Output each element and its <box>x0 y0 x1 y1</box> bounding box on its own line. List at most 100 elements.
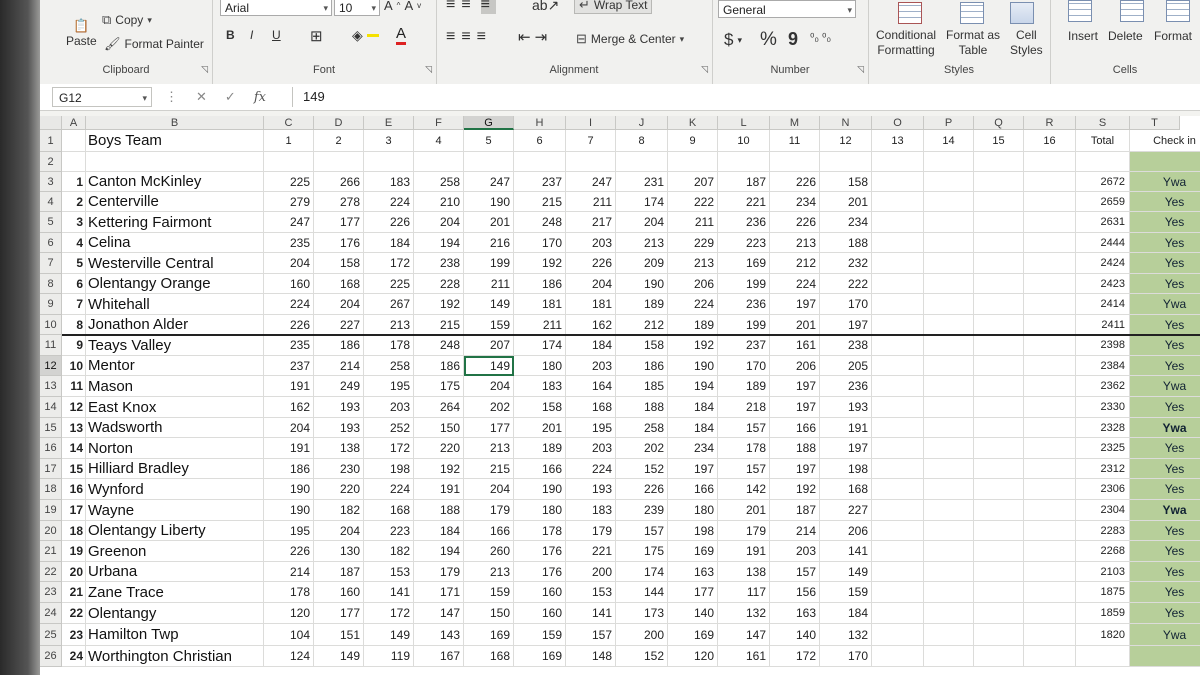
empty-cell[interactable] <box>872 438 924 459</box>
total-cell[interactable]: 2283 <box>1076 521 1130 541</box>
total-cell[interactable]: 2325 <box>1076 438 1130 459</box>
score-cell[interactable]: 248 <box>414 335 464 356</box>
score-cell[interactable]: 191 <box>264 438 314 459</box>
score-cell[interactable]: 149 <box>464 356 514 376</box>
score-cell[interactable]: 149 <box>314 646 364 667</box>
score-cell[interactable]: 170 <box>514 233 566 253</box>
empty-cell[interactable] <box>872 274 924 294</box>
game-number-header[interactable]: 4 <box>414 130 464 152</box>
score-cell[interactable]: 236 <box>820 376 872 397</box>
score-cell[interactable]: 209 <box>616 253 668 274</box>
score-cell[interactable]: 197 <box>820 315 872 335</box>
score-cell[interactable]: 221 <box>566 541 616 562</box>
rank-cell[interactable]: 14 <box>62 438 86 459</box>
formula-input[interactable]: 149 <box>292 87 1200 107</box>
score-cell[interactable]: 157 <box>718 418 770 438</box>
score-cell[interactable]: 164 <box>566 376 616 397</box>
score-cell[interactable]: 211 <box>566 192 616 212</box>
score-cell[interactable]: 170 <box>718 356 770 376</box>
row-header[interactable]: 22 <box>40 562 62 582</box>
row-header[interactable]: 16 <box>40 438 62 459</box>
team-name-cell[interactable]: Olentangy Orange <box>86 274 264 294</box>
empty-cell[interactable] <box>872 582 924 603</box>
score-cell[interactable]: 162 <box>566 315 616 335</box>
empty-cell[interactable] <box>924 603 974 624</box>
row-header[interactable]: 15 <box>40 418 62 438</box>
empty-cell[interactable] <box>924 582 974 603</box>
score-cell[interactable]: 186 <box>264 459 314 479</box>
empty-cell[interactable] <box>820 152 872 172</box>
empty-cell[interactable] <box>924 418 974 438</box>
empty-cell[interactable] <box>1024 438 1076 459</box>
total-header[interactable]: Total <box>1076 130 1130 152</box>
empty-cell[interactable] <box>62 152 86 172</box>
score-cell[interactable]: 220 <box>314 479 364 500</box>
cell-a1[interactable] <box>62 130 86 152</box>
team-name-cell[interactable]: Olentangy Liberty <box>86 521 264 541</box>
empty-cell[interactable] <box>974 152 1024 172</box>
score-cell[interactable]: 141 <box>820 541 872 562</box>
check-in-cell[interactable]: Yes <box>1130 335 1200 356</box>
score-cell[interactable]: 207 <box>464 335 514 356</box>
score-cell[interactable]: 182 <box>364 541 414 562</box>
empty-cell[interactable] <box>924 253 974 274</box>
score-cell[interactable]: 147 <box>718 624 770 646</box>
alignment-launcher-icon[interactable]: ◹ <box>701 64 708 75</box>
row-header[interactable]: 23 <box>40 582 62 603</box>
score-cell[interactable]: 260 <box>464 541 514 562</box>
row-header[interactable]: 25 <box>40 624 62 646</box>
column-header[interactable]: M <box>770 116 820 130</box>
score-cell[interactable]: 202 <box>464 397 514 418</box>
empty-cell[interactable] <box>924 294 974 315</box>
score-cell[interactable]: 159 <box>820 582 872 603</box>
game-number-header[interactable]: 5 <box>464 130 514 152</box>
check-in-cell[interactable]: Ywa <box>1130 294 1200 315</box>
score-cell[interactable]: 169 <box>668 624 718 646</box>
score-cell[interactable]: 184 <box>668 418 718 438</box>
row-header[interactable]: 9 <box>40 294 62 315</box>
team-name-cell[interactable]: Worthington Christian <box>86 646 264 667</box>
insert-function-button[interactable]: fx <box>254 90 266 105</box>
format-button[interactable]: Format <box>1154 29 1192 43</box>
score-cell[interactable]: 188 <box>616 397 668 418</box>
game-number-header[interactable]: 6 <box>514 130 566 152</box>
name-box[interactable]: G12 ▾ <box>52 87 152 107</box>
team-name-cell[interactable]: Centerville <box>86 192 264 212</box>
team-name-cell[interactable]: Norton <box>86 438 264 459</box>
score-cell[interactable]: 215 <box>514 192 566 212</box>
score-cell[interactable]: 213 <box>668 253 718 274</box>
rank-cell[interactable]: 18 <box>62 521 86 541</box>
score-cell[interactable]: 170 <box>820 646 872 667</box>
score-cell[interactable]: 188 <box>820 233 872 253</box>
column-header[interactable]: H <box>514 116 566 130</box>
score-cell[interactable]: 159 <box>464 582 514 603</box>
row-header[interactable]: 21 <box>40 541 62 562</box>
empty-cell[interactable] <box>974 212 1024 233</box>
score-cell[interactable]: 180 <box>668 500 718 521</box>
score-cell[interactable]: 171 <box>414 582 464 603</box>
score-cell[interactable]: 197 <box>770 397 820 418</box>
check-in-cell[interactable]: Yes <box>1130 397 1200 418</box>
score-cell[interactable]: 194 <box>668 376 718 397</box>
team-name-cell[interactable]: Teays Valley <box>86 335 264 356</box>
score-cell[interactable]: 228 <box>414 274 464 294</box>
score-cell[interactable]: 178 <box>364 335 414 356</box>
score-cell[interactable]: 194 <box>414 541 464 562</box>
score-cell[interactable]: 204 <box>314 521 364 541</box>
score-cell[interactable]: 120 <box>668 646 718 667</box>
score-cell[interactable]: 201 <box>770 315 820 335</box>
check-in-cell[interactable]: Yes <box>1130 562 1200 582</box>
rank-cell[interactable]: 17 <box>62 500 86 521</box>
check-in-cell[interactable]: Yes <box>1130 356 1200 376</box>
total-cell[interactable]: 2414 <box>1076 294 1130 315</box>
game-number-header[interactable]: 10 <box>718 130 770 152</box>
empty-cell[interactable] <box>872 646 924 667</box>
empty-cell[interactable] <box>974 192 1024 212</box>
score-cell[interactable]: 186 <box>514 274 566 294</box>
rank-cell[interactable]: 1 <box>62 172 86 192</box>
score-cell[interactable]: 252 <box>364 418 414 438</box>
score-cell[interactable]: 140 <box>668 603 718 624</box>
score-cell[interactable]: 189 <box>514 438 566 459</box>
score-cell[interactable]: 220 <box>414 438 464 459</box>
row-header[interactable]: 17 <box>40 459 62 479</box>
